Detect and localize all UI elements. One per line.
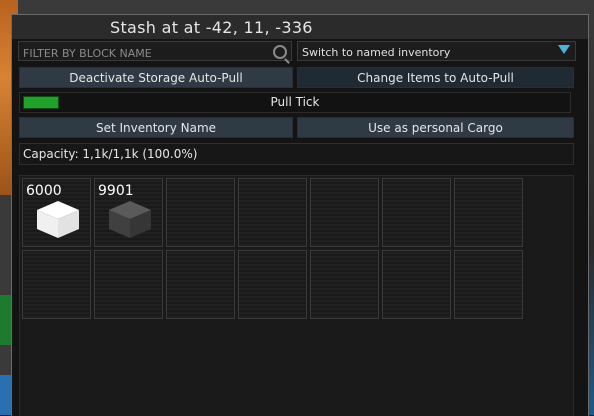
deactivate-autopull-button[interactable]: Deactivate Storage Auto-Pull xyxy=(19,67,293,88)
capacity-bar: Capacity: 1,1k/1,1k (100.0%) xyxy=(19,143,574,165)
chevron-down-icon[interactable] xyxy=(558,45,570,54)
inventory-slot[interactable] xyxy=(94,250,163,319)
inventory-slot[interactable] xyxy=(454,178,523,247)
dropdown-selected: Switch to named inventory xyxy=(302,46,451,59)
inventory-slot[interactable] xyxy=(238,178,307,247)
inventory-slot[interactable]: 6000 xyxy=(22,178,91,247)
window-titlebar[interactable]: Stash at at -42, 11, -336 xyxy=(12,15,588,39)
stash-window: Stash at at -42, 11, -336 Switch to name… xyxy=(11,14,589,416)
inventory-slot[interactable] xyxy=(310,250,379,319)
pull-tick-label: Pull Tick xyxy=(270,95,320,109)
inventory-slot[interactable] xyxy=(22,250,91,319)
inventory-dropdown[interactable]: Switch to named inventory xyxy=(297,41,576,61)
inventory-slot[interactable] xyxy=(238,250,307,319)
grey-block-icon xyxy=(109,201,151,238)
inventory-slot[interactable] xyxy=(382,250,451,319)
change-autopull-button[interactable]: Change Items to Auto-Pull xyxy=(297,67,574,88)
pull-tick-bar: Pull Tick xyxy=(19,92,571,113)
inventory-grid: 6000 9901 xyxy=(19,175,574,416)
slot-count: 9901 xyxy=(98,183,134,199)
inventory-slot[interactable] xyxy=(454,250,523,319)
inventory-slot[interactable] xyxy=(310,178,379,247)
use-personal-cargo-button[interactable]: Use as personal Cargo xyxy=(297,117,574,138)
set-inventory-name-button[interactable]: Set Inventory Name xyxy=(19,117,293,138)
inventory-slot[interactable]: 9901 xyxy=(94,178,163,247)
window-title: Stash at at -42, 11, -336 xyxy=(110,18,313,37)
white-block-icon xyxy=(37,201,79,238)
inventory-slot[interactable] xyxy=(166,178,235,247)
capacity-text: Capacity: 1,1k/1,1k (100.0%) xyxy=(23,147,198,161)
filter-input[interactable] xyxy=(19,44,269,63)
inventory-slot[interactable] xyxy=(166,250,235,319)
search-icon[interactable] xyxy=(273,45,287,59)
inventory-slot[interactable] xyxy=(382,178,451,247)
filter-field[interactable] xyxy=(18,41,292,63)
slot-count: 6000 xyxy=(26,183,62,199)
